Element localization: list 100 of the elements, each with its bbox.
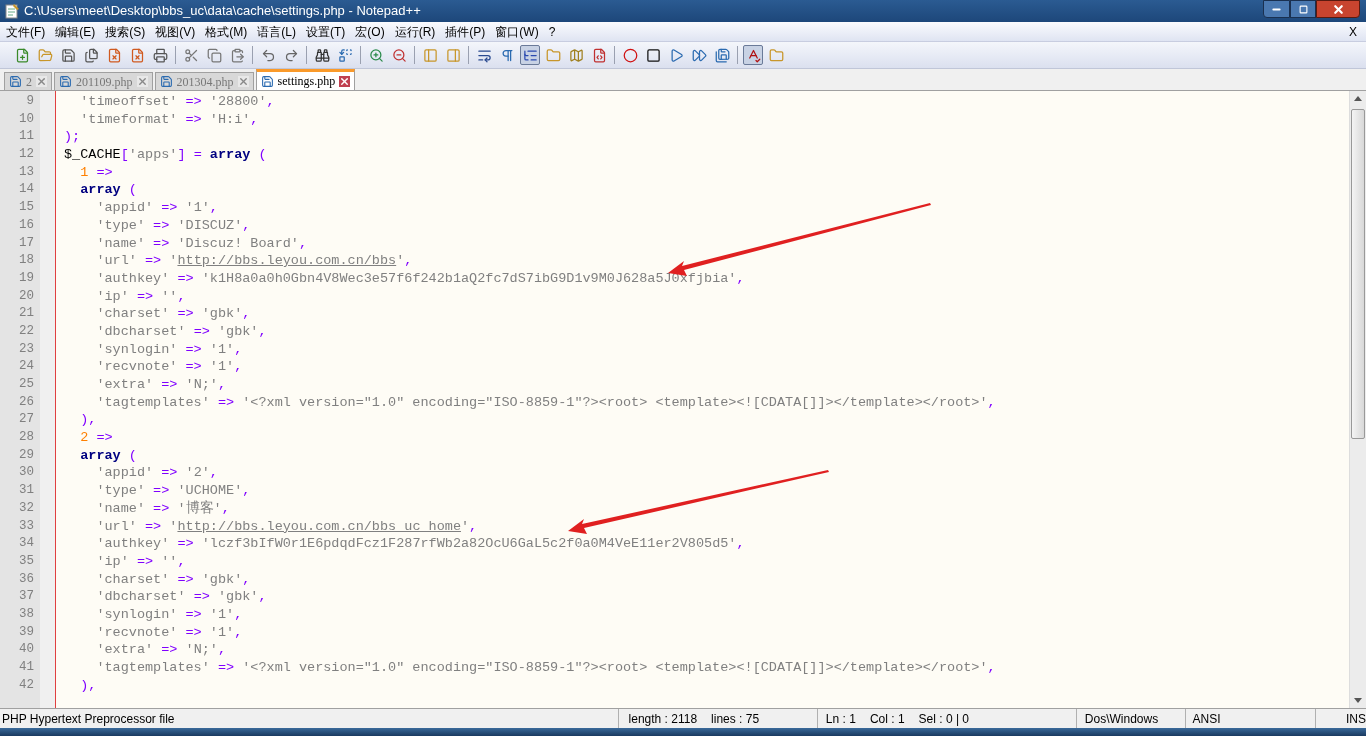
close-icon[interactable]	[339, 75, 351, 87]
menu-item[interactable]: 运行(R)	[390, 22, 440, 41]
status-text: Ln : 1	[825, 710, 856, 728]
line-number: 13	[18, 163, 35, 181]
line-number: 32	[18, 499, 35, 517]
line-number: 30	[18, 464, 35, 482]
code-line: 'recvnote' => '1',	[95, 358, 243, 376]
code-line: );	[64, 128, 81, 147]
scroll-up-icon[interactable]	[1354, 96, 1362, 101]
code-line: 'timeformat' => 'H:i',	[79, 110, 259, 129]
line-number: 42	[18, 676, 35, 694]
scroll-thumb[interactable]	[1351, 109, 1365, 439]
code-line: 'name' => 'Discuz! Board',	[95, 234, 308, 253]
line-number: 27	[18, 411, 35, 429]
line-number: 37	[18, 588, 35, 606]
search-icon	[314, 47, 330, 63]
close-button[interactable]	[1316, 0, 1360, 18]
menu-item[interactable]: 窗口(W)	[491, 22, 543, 41]
folder-icon	[545, 47, 561, 63]
code-line: 'extra' => 'N;',	[95, 376, 227, 394]
code-line: 'url' => 'http://bbs.leyou.com.cn/bbs_uc_home',	[95, 517, 478, 536]
line-number: 41	[18, 659, 35, 676]
line-number: 21	[18, 305, 35, 323]
menu-item[interactable]: 搜索(S)	[101, 22, 150, 41]
line-number: 26	[18, 393, 35, 411]
code-line: 'dbcharset' => 'gbk',	[95, 588, 267, 606]
menu-item[interactable]: 编辑(E)	[51, 22, 100, 41]
stop-icon	[645, 47, 661, 63]
line-number: 11	[18, 128, 35, 146]
folder-icon	[37, 47, 53, 63]
code-line: 'authkey' => 'k1H8a0a0h0Gbn4V8Wec3e57f6f242b1aQ2fc7dS7ibG9D1v9M0J628a5J0xfjbia',	[95, 269, 745, 288]
paste-icon	[229, 47, 245, 63]
code-line: 'recvnote' => '1',	[95, 623, 243, 642]
code-line: 2 =>	[79, 429, 113, 447]
close-icon[interactable]	[237, 76, 249, 87]
close-icon	[1331, 2, 1345, 16]
menu-item[interactable]: 设置(T)	[302, 22, 350, 41]
code-line: 'appid' => '1',	[95, 199, 218, 217]
panel-icon	[422, 47, 438, 63]
code-line: 'ip' => '',	[95, 552, 186, 571]
scroll-down-icon[interactable]	[1354, 698, 1362, 703]
line-number: 24	[18, 358, 35, 376]
code-line: 1 =>	[79, 163, 113, 182]
close-icon[interactable]	[36, 76, 47, 87]
line-number: 29	[18, 446, 35, 464]
menu-item[interactable]: ?	[544, 22, 560, 41]
line-number: 22	[18, 322, 35, 340]
line-number: 16	[18, 216, 35, 234]
line-number: 17	[18, 234, 35, 252]
code-line: 'authkey' => 'lczf3bIfW0r1E6pdqdFcz1F287rfWb2a82OcU6GaL5c2f0a0M4VeE11er2V805d5',	[95, 535, 745, 553]
menu-item[interactable]: 插件(P)	[441, 22, 490, 41]
line-number: 19	[18, 269, 35, 287]
menu-item[interactable]: 文件(F)	[2, 22, 50, 41]
line-number: 20	[18, 287, 35, 305]
close-document-button[interactable]: X	[1349, 22, 1357, 41]
status-text: PHP Hypertext Preprocessor file	[1, 710, 176, 728]
menu-item[interactable]: 格式(M)	[201, 22, 252, 41]
status-text: lines : 75	[711, 710, 760, 728]
line-number: 38	[18, 605, 35, 623]
status-text: length : 2118	[628, 710, 698, 728]
line-number: 15	[18, 199, 35, 217]
vertical-scrollbar[interactable]	[1349, 91, 1366, 708]
window-title: C:\Users\meet\Desktop\bbs_uc\data\cache\settings.php - Notepad++	[24, 2, 421, 21]
line-number: 12	[18, 146, 35, 164]
undo-icon	[260, 47, 276, 63]
close-all-icon	[129, 47, 145, 63]
menu-item[interactable]: 宏(O)	[351, 22, 389, 41]
line-number: 25	[18, 376, 35, 393]
menu-item[interactable]: 视图(V)	[151, 22, 200, 41]
line-number: 9	[25, 93, 35, 110]
line-number: 36	[18, 570, 35, 588]
file-tab[interactable]: settings.php	[255, 69, 356, 90]
code-line: 'dbcharset' => 'gbk',	[95, 322, 267, 341]
replace-icon	[337, 47, 353, 63]
copy-icon	[206, 47, 222, 63]
close-file-icon	[106, 47, 122, 63]
fast-forward-icon	[691, 47, 707, 63]
wrap-icon	[476, 47, 492, 63]
line-number: 39	[18, 623, 35, 641]
status-text: Sel : 0 | 0	[918, 710, 970, 728]
code-line: 'appid' => '2',	[95, 464, 218, 483]
code-line: ),	[79, 411, 97, 430]
line-number: 28	[18, 429, 35, 447]
folder-icon	[768, 47, 784, 63]
code-line: 'synlogin' => '1',	[95, 340, 243, 359]
zoom-in-icon	[368, 47, 384, 63]
code-line: 'type' => 'UCHOME',	[95, 482, 251, 500]
line-number: 10	[18, 110, 35, 128]
line-number: 35	[18, 552, 35, 570]
panel-icon	[445, 47, 461, 63]
line-number: 18	[18, 252, 35, 270]
document-icon	[591, 47, 607, 63]
menu-item[interactable]: 语言(L)	[253, 22, 300, 41]
minimize-button[interactable]	[1263, 0, 1290, 18]
record-icon	[622, 47, 638, 63]
line-number: 14	[18, 181, 35, 199]
cut-icon	[183, 47, 199, 63]
maximize-button[interactable]	[1290, 0, 1316, 18]
code-line: 'charset' => 'gbk',	[95, 305, 251, 323]
close-icon[interactable]	[136, 76, 148, 87]
